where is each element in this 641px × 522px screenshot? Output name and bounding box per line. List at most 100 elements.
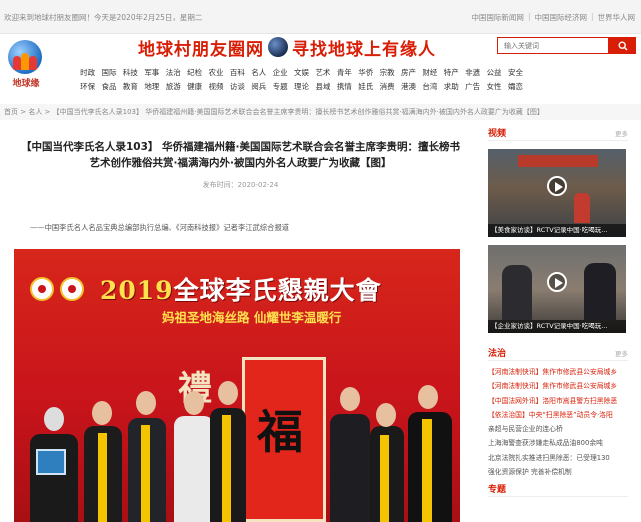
law-news-item[interactable]: 【中国法网外讯】洛阳市嵩县警方扫黑除恶 xyxy=(488,394,628,408)
nav-item[interactable]: 农业 xyxy=(205,67,226,78)
nav-item[interactable]: 科技 xyxy=(120,67,141,78)
search-button[interactable] xyxy=(609,37,636,54)
law-news-item[interactable]: 强化资源保护 完善补偿机制 xyxy=(488,465,628,479)
law-news-item[interactable]: 【河南法制快讯】焦作市修武县公安局城乡 xyxy=(488,365,628,379)
nav-item[interactable]: 食品 xyxy=(98,81,119,92)
nav-item[interactable]: 财经 xyxy=(419,67,440,78)
nav-item[interactable]: 专题 xyxy=(270,81,291,92)
nav-item[interactable]: 广告 xyxy=(462,81,483,92)
nav-item[interactable]: 文娱 xyxy=(291,67,312,78)
nav-item[interactable]: 安全 xyxy=(505,67,526,78)
topic-section-header: 专题 xyxy=(488,481,628,498)
video-caption: 【美食家访谈】RCTV记录中国·吃喝玩... xyxy=(488,224,626,237)
site-logo[interactable]: 地球缘 xyxy=(4,40,46,90)
photo-subtitle: 妈祖圣地海丝路 仙耀世李温暖行 xyxy=(162,310,342,325)
nav-item[interactable]: 港澳 xyxy=(398,81,419,92)
nav-item[interactable]: 求助 xyxy=(441,81,462,92)
play-icon xyxy=(547,272,567,292)
nav-item[interactable]: 地理 xyxy=(141,81,162,92)
law-news-item[interactable]: 【河南法制快讯】焦作市修武县公安局城乡 xyxy=(488,379,628,393)
video-card[interactable]: 【美食家访谈】RCTV记录中国·吃喝玩... xyxy=(488,149,626,237)
header: 地球缘 地球村朋友圈网 寻找地球上有缘人 时政国际科技军事法治纪检农业百科名人企… xyxy=(0,34,641,96)
nav-item[interactable]: 携情 xyxy=(334,81,355,92)
nav-item[interactable]: 访谈 xyxy=(227,81,248,92)
person-head xyxy=(136,391,156,415)
law-news-item[interactable]: 北京法院扎实推进扫黑除恶：已受理130 xyxy=(488,451,628,465)
person-head xyxy=(184,391,204,415)
nav-item[interactable]: 企业 xyxy=(270,67,291,78)
slogan-left: 地球村朋友圈网 xyxy=(138,39,264,60)
top-link-chinese[interactable]: 世界华人网 xyxy=(598,12,636,23)
article-title: 【中国当代李氏名人录103】 华侨福建福州籍·美国国际艺术联合会名誉主席李贵明：… xyxy=(20,141,461,169)
nav-item[interactable]: 女性 xyxy=(483,81,504,92)
logo-text: 地球缘 xyxy=(12,79,40,89)
nav-item[interactable]: 台湾 xyxy=(419,81,440,92)
play-icon xyxy=(547,176,567,196)
nav-item[interactable]: 百科 xyxy=(227,67,248,78)
top-bar: 欢迎来到地球村朋友圈网！今天是2020年2月25日，星期二 中国国际新闻网 | … xyxy=(0,0,641,34)
nav-item[interactable]: 法治 xyxy=(163,67,184,78)
person-figure xyxy=(330,414,370,522)
nav-item[interactable]: 非遗 xyxy=(462,67,483,78)
nav-item[interactable]: 教育 xyxy=(120,81,141,92)
nav-item[interactable]: 旅游 xyxy=(163,81,184,92)
top-link-economy[interactable]: 中国国际经济网 xyxy=(534,12,587,23)
photo-banner: 2019全球李氏懇親大會 xyxy=(100,271,382,307)
law-section-title: 法治 xyxy=(488,349,507,359)
sash xyxy=(98,433,107,522)
person-head xyxy=(418,385,438,409)
person-head xyxy=(92,401,112,425)
person-head xyxy=(218,381,238,405)
article-photo: 2019全球李氏懇親大會 妈祖圣地海丝路 仙耀世李温暖行 禮 福 xyxy=(14,249,460,522)
nav-item[interactable]: 消费 xyxy=(376,81,397,92)
article-lead: ——中国李氏名人名品宝典总编部执行总编、《河南科技报》记者李江武综合报道 xyxy=(30,223,290,232)
nav-item[interactable]: 宗教 xyxy=(376,67,397,78)
video-section-title: 视频 xyxy=(488,129,507,139)
law-news-item[interactable]: 亲超与民营企业的连心桥 xyxy=(488,422,628,436)
nav-item[interactable]: 阅兵 xyxy=(248,81,269,92)
video-caption: 【企业家访谈】RCTV记录中国·吃喝玩... xyxy=(488,320,626,333)
law-news-item[interactable]: 【依法治国】中央“扫黑除恶”动员令·洛阳 xyxy=(488,408,628,422)
person-figure xyxy=(30,434,78,522)
scroll-character: 福 xyxy=(257,405,303,459)
nav-item[interactable]: 公益 xyxy=(483,67,504,78)
nav-item[interactable]: 华侨 xyxy=(355,67,376,78)
nav-item[interactable]: 名人 xyxy=(248,67,269,78)
video-section-header: 视频 更多 xyxy=(488,125,628,141)
divider: | xyxy=(590,12,594,21)
sash xyxy=(422,419,432,522)
sidebar: 视频 更多 【美食家访谈】RCTV记录中国·吃喝玩... 【企业家访谈】RCTV… xyxy=(479,125,637,522)
nav-item[interactable]: 县域 xyxy=(312,81,333,92)
article: 【中国当代李氏名人录103】 华侨福建福州籍·美国国际艺术联合会名誉主席李贵明：… xyxy=(14,125,467,522)
nav-item[interactable]: 军事 xyxy=(141,67,162,78)
law-more-link[interactable]: 更多 xyxy=(615,348,628,358)
nav-item[interactable]: 娃氏 xyxy=(355,81,376,92)
video-thumbnail xyxy=(584,263,616,320)
nav-item[interactable]: 健康 xyxy=(184,81,205,92)
nav-item[interactable]: 国际 xyxy=(98,67,119,78)
video-more-link[interactable]: 更多 xyxy=(615,128,628,138)
sash xyxy=(222,415,231,522)
nav-item[interactable]: 理论 xyxy=(291,81,312,92)
top-link-news[interactable]: 中国国际新闻网 xyxy=(471,12,524,23)
nav-item[interactable]: 特产 xyxy=(441,67,462,78)
nav-item[interactable]: 青年 xyxy=(334,67,355,78)
nav-item[interactable]: 房产 xyxy=(398,67,419,78)
nav-item[interactable]: 视频 xyxy=(205,81,226,92)
nav-item[interactable]: 艺术 xyxy=(312,67,333,78)
person-head xyxy=(340,387,360,411)
nav-item[interactable]: 时政 xyxy=(77,67,98,78)
person-head xyxy=(376,403,396,427)
logo-globe-icon xyxy=(8,40,42,74)
emblem-icon xyxy=(60,277,84,301)
nav-item[interactable]: 环保 xyxy=(77,81,98,92)
law-news-list: 【河南法制快讯】焦作市修武县公安局城乡 【河南法制快讯】焦作市修武县公安局城乡 【中… xyxy=(488,365,628,479)
nav-row: 环保 食品 教育 地理 旅游 健康 视频 访谈 阅兵 专题 理论 县域 携情 娃氏 消费 港澳 台湾 求助 广告 女性… xyxy=(77,79,637,93)
law-news-item[interactable]: 上海海警查获涉嫌走私成品油800余吨 xyxy=(488,436,628,450)
video-card[interactable]: 【企业家访谈】RCTV记录中国·吃喝玩... xyxy=(488,245,626,333)
search-input[interactable] xyxy=(497,37,609,54)
nav-item[interactable]: 纪检 xyxy=(184,67,205,78)
topic-section-title: 专题 xyxy=(488,485,507,496)
nav-item[interactable]: 孀恋 xyxy=(505,81,526,92)
slogan-right: 寻找地球上有缘人 xyxy=(292,39,436,60)
